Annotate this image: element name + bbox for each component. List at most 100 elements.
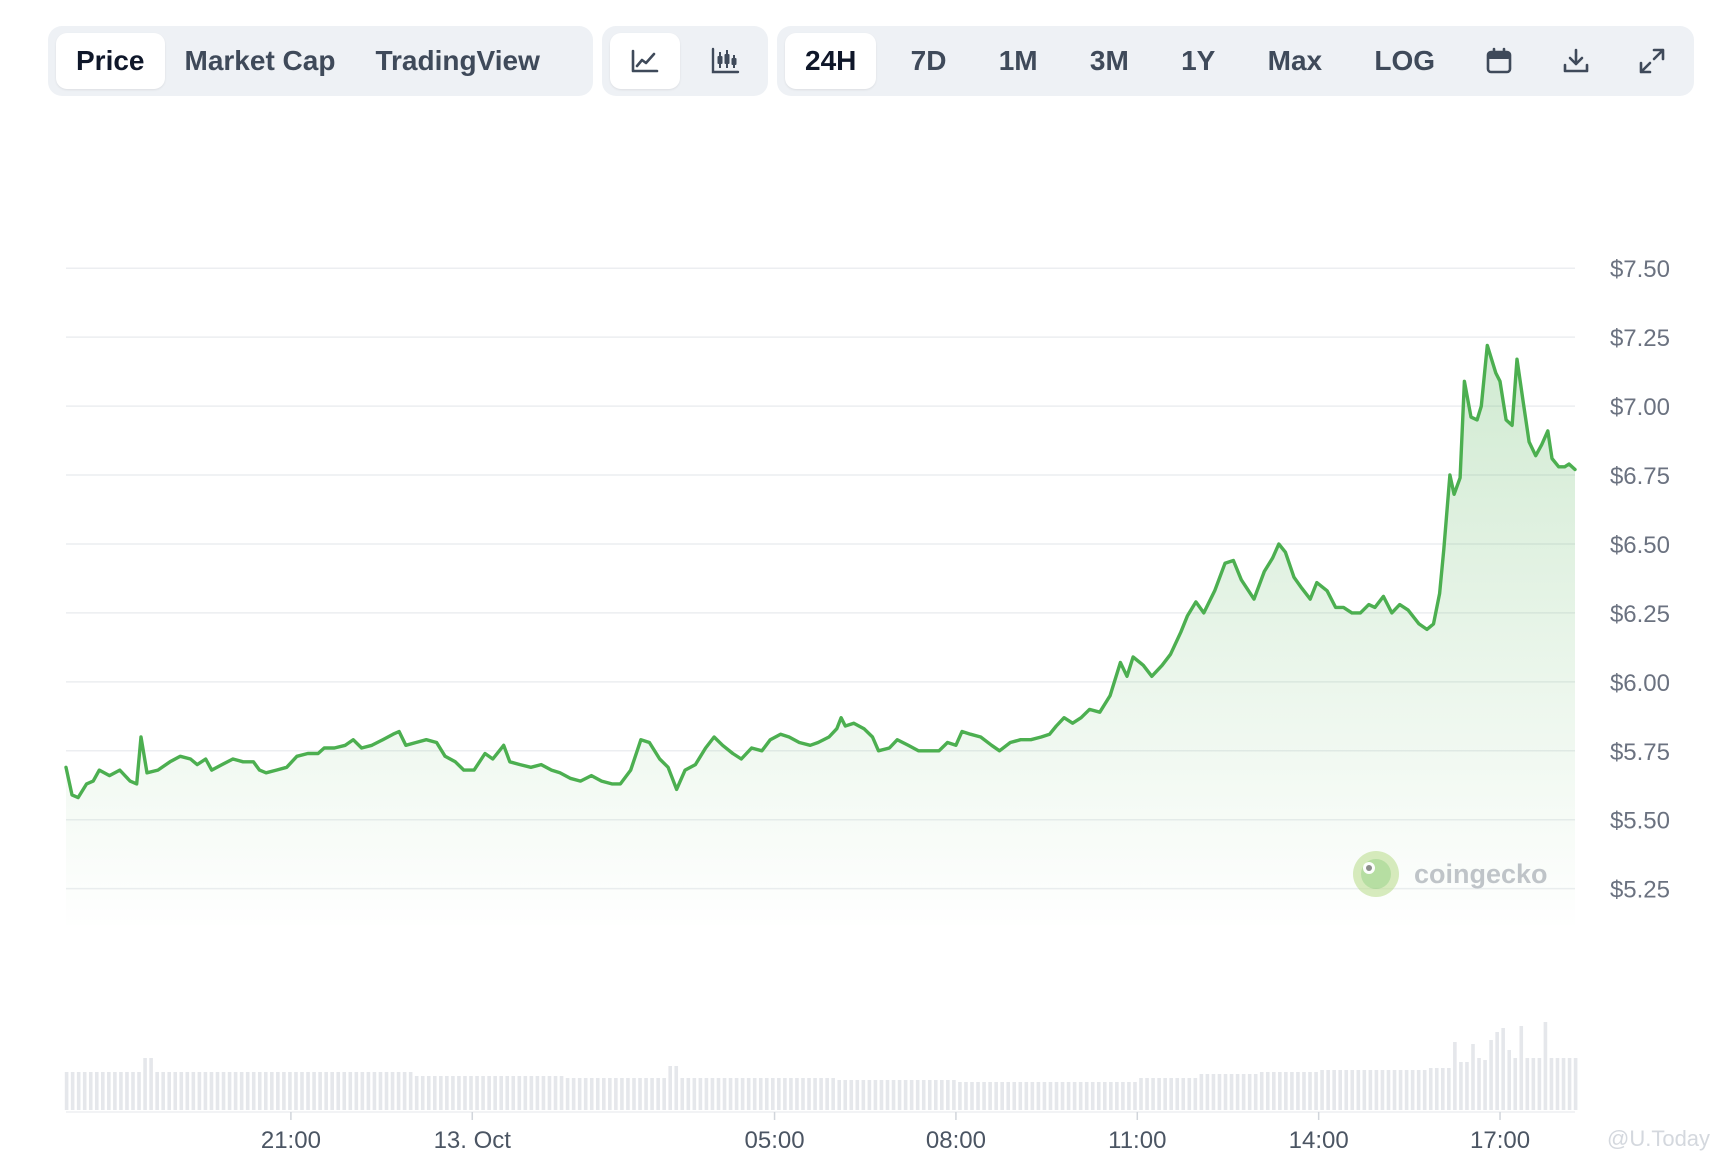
volume-bar — [1338, 1070, 1342, 1110]
volume-bar — [1223, 1074, 1228, 1110]
volume-bar — [366, 1072, 371, 1110]
volume-bar — [1121, 1082, 1125, 1110]
volume-bar — [1573, 1058, 1578, 1110]
volume-bar — [716, 1078, 721, 1110]
volume-bar — [197, 1072, 202, 1110]
volume-bar — [964, 1082, 968, 1110]
volume-bar — [1127, 1082, 1131, 1110]
volume-bar — [921, 1080, 926, 1110]
volume-bar — [1066, 1082, 1071, 1110]
x-tick-label: 11:00 — [1108, 1127, 1166, 1154]
x-tick-label: 21:00 — [261, 1127, 321, 1154]
volume-bar — [336, 1072, 341, 1110]
volume-bar — [1205, 1074, 1210, 1110]
volume-bar — [952, 1080, 956, 1110]
volume-bar — [1519, 1026, 1524, 1110]
volume-bar — [837, 1080, 842, 1110]
volume-bar — [662, 1078, 666, 1110]
volume-bar — [173, 1072, 178, 1110]
volume-bar — [475, 1076, 479, 1110]
y-tick-label: $6.25 — [1610, 601, 1670, 628]
volume-bar — [614, 1078, 618, 1110]
volume-bar — [885, 1080, 890, 1110]
volume-bar — [758, 1078, 763, 1110]
volume-bar — [764, 1078, 769, 1110]
y-tick-label: $5.75 — [1610, 739, 1670, 766]
volume-bar — [608, 1078, 612, 1110]
volume-bar — [439, 1076, 443, 1110]
volume-bar — [632, 1078, 636, 1110]
volume-bar — [704, 1078, 709, 1110]
volume-bar — [137, 1072, 141, 1110]
volume-bar — [227, 1072, 232, 1110]
volume-bar — [1163, 1078, 1167, 1110]
volume-bar — [752, 1078, 757, 1110]
watermark: @U.Today — [1607, 1126, 1710, 1151]
volume-bar — [1410, 1070, 1415, 1110]
volume-bar — [1078, 1082, 1083, 1110]
volume-bar — [1447, 1068, 1451, 1110]
volume-bar — [70, 1072, 75, 1110]
volume-bar — [1290, 1072, 1294, 1110]
volume-bar — [1109, 1082, 1113, 1110]
volume-bar — [559, 1076, 564, 1110]
volume-bar — [795, 1078, 799, 1110]
volume-bar — [426, 1076, 431, 1110]
volume-bar — [1495, 1032, 1499, 1110]
volume-bar — [270, 1072, 274, 1110]
volume-bar — [577, 1078, 582, 1110]
volume-bar — [1483, 1060, 1487, 1110]
volume-bar — [650, 1078, 654, 1110]
volume-bar — [257, 1072, 262, 1110]
volume-bar — [523, 1076, 528, 1110]
volume-bar — [1368, 1070, 1373, 1110]
volume-bar — [1320, 1070, 1324, 1110]
volume-bar — [282, 1072, 286, 1110]
volume-bar — [251, 1072, 256, 1110]
volume-bar — [909, 1080, 914, 1110]
y-tick-label: $6.00 — [1610, 670, 1670, 697]
volume-bar — [734, 1078, 739, 1110]
volume-bar — [849, 1080, 854, 1110]
volume-bar — [801, 1078, 805, 1110]
volume-bar — [1296, 1072, 1300, 1110]
volume-bar — [1555, 1058, 1560, 1110]
volume-bar — [179, 1072, 184, 1110]
volume-bar — [1380, 1070, 1385, 1110]
volume-bar — [233, 1072, 238, 1110]
volume-bar — [692, 1078, 697, 1110]
volume-bar — [390, 1072, 395, 1110]
volume-bar — [722, 1078, 727, 1110]
volume-bar — [1344, 1070, 1349, 1110]
volume-bar — [348, 1072, 353, 1110]
volume-bar — [535, 1076, 540, 1110]
volume-bar — [1531, 1058, 1536, 1110]
volume-bar — [1096, 1082, 1101, 1110]
volume-bar — [1265, 1072, 1270, 1110]
volume-bar — [1054, 1082, 1059, 1110]
volume-bar — [728, 1078, 733, 1110]
volume-bar — [312, 1072, 316, 1110]
volume-bar — [1145, 1078, 1149, 1110]
volume-bar — [1072, 1082, 1077, 1110]
volume-bar — [1398, 1070, 1403, 1110]
volume-bar — [487, 1076, 491, 1110]
volume-bar — [897, 1080, 902, 1110]
volume-bar — [1042, 1082, 1047, 1110]
y-tick-label: $7.25 — [1610, 325, 1670, 352]
volume-bar — [1471, 1044, 1475, 1110]
volume-bar — [1284, 1072, 1288, 1110]
volume-bar — [1356, 1070, 1361, 1110]
volume-bar — [1404, 1070, 1409, 1110]
volume-bar — [1537, 1058, 1542, 1110]
volume-bar — [1453, 1042, 1457, 1110]
volume-bar — [825, 1078, 829, 1110]
volume-bar — [771, 1078, 775, 1110]
volume-bar — [1525, 1058, 1530, 1110]
volume-bar — [843, 1080, 848, 1110]
volume-bar — [276, 1072, 280, 1110]
volume-bar — [432, 1076, 437, 1110]
volume-bar — [1060, 1082, 1065, 1110]
volume-bar — [1501, 1028, 1505, 1110]
volume-bar — [505, 1076, 510, 1110]
